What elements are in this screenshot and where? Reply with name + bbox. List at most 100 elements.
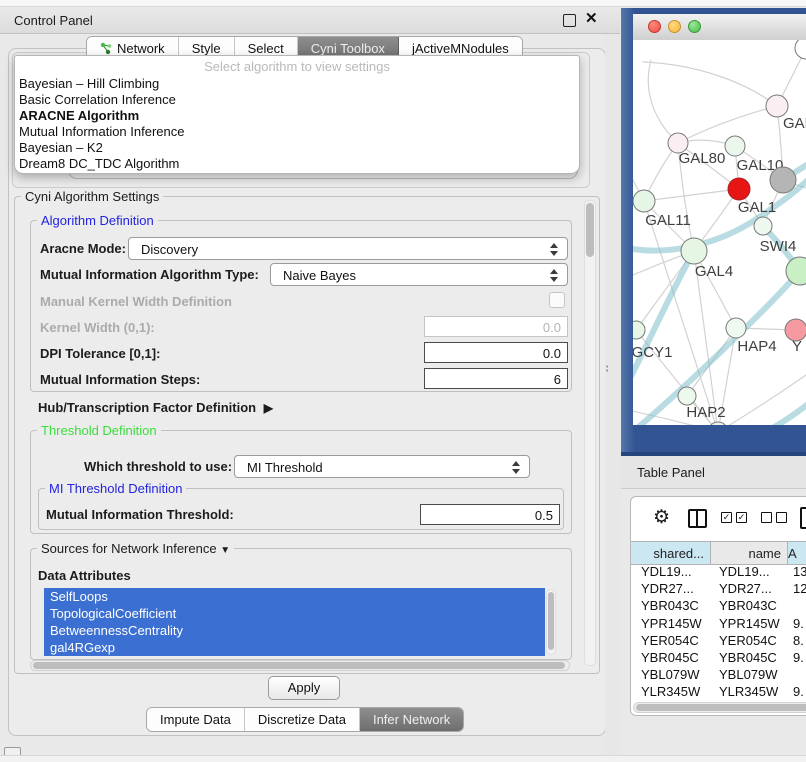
scrollbar-thumb[interactable]	[548, 592, 554, 650]
tab-discretize-data[interactable]: Discretize Data	[245, 708, 360, 731]
network-node-hap4[interactable]	[726, 318, 746, 338]
data-attributes-list[interactable]: SelfLoopsTopologicalCoefficientBetweenne…	[44, 588, 545, 656]
table-cell: YDL19...	[631, 564, 711, 581]
table-cell: 12	[788, 581, 806, 598]
dpi-tolerance-field[interactable]: 0.0	[424, 342, 568, 363]
table-horizontal-scrollbar[interactable]	[633, 702, 806, 713]
scrollbar-thumb[interactable]	[33, 662, 565, 669]
algorithm-option[interactable]: ARACNE Algorithm	[19, 108, 139, 123]
network-edge[interactable]	[678, 106, 777, 143]
manual-kernel-checkbox[interactable]	[549, 292, 565, 308]
tab-label: Discretize Data	[258, 712, 346, 727]
table-row[interactable]: YLR345WYLR345W9.	[631, 684, 806, 701]
network-node-hap2[interactable]	[678, 387, 696, 405]
table-cell: YBR045C	[631, 650, 711, 667]
attribute-list-item[interactable]: gal4RGexp	[44, 639, 545, 656]
which-threshold-value: MI Threshold	[247, 460, 323, 475]
network-edge[interactable]	[648, 60, 678, 143]
table-cell: 9.	[788, 684, 806, 701]
combo-arrows-icon	[549, 268, 558, 283]
network-node-gal4[interactable]	[681, 238, 707, 264]
network-canvas[interactable]: GALGAL80GAL10GAL1GAL11SWI4GAL4HAP4YGCY1H…	[633, 40, 806, 425]
float-window-icon[interactable]	[563, 14, 576, 27]
hub-definition-label: Hub/Transcription Factor Definition	[38, 400, 256, 415]
settings-horizontal-scrollbar[interactable]	[30, 660, 570, 671]
node-label: GCY1	[633, 344, 672, 361]
mi-type-combo[interactable]: Naive Bayes	[270, 263, 568, 286]
network-edge[interactable]	[644, 189, 739, 201]
minimize-traffic-light-icon[interactable]	[668, 20, 681, 33]
column-header-1[interactable]: shared...	[631, 542, 711, 564]
algorithm-option[interactable]: Basic Correlation Inference	[19, 92, 176, 107]
node-label: GAL80	[679, 150, 726, 167]
algorithm-option[interactable]: Bayesian – K2	[19, 140, 103, 155]
deselect-all-checkbox-icon[interactable]	[776, 512, 787, 523]
collapse-down-icon: ▼	[220, 545, 230, 556]
window-top-strip	[0, 0, 806, 7]
table-cell: YBR045C	[711, 650, 788, 667]
threshold-title: Threshold Definition	[37, 423, 161, 438]
table-rows: YDL19...YDL19...13YDR27...YDR27...12YBR0…	[631, 564, 806, 702]
settings-vertical-scrollbar[interactable]	[584, 200, 596, 666]
tab-impute-data[interactable]: Impute Data	[147, 708, 245, 731]
zoom-traffic-light-icon[interactable]	[688, 20, 701, 33]
hub-definition-toggle[interactable]: Hub/Transcription Factor Definition ▶	[38, 400, 269, 415]
algorithm-option[interactable]: Dream8 DC_TDC Algorithm	[19, 156, 179, 171]
table-row[interactable]: YER054CYER054C8.	[631, 633, 806, 650]
sources-title[interactable]: Sources for Network Inference ▼	[37, 541, 234, 556]
network-node-gal11[interactable]	[633, 190, 655, 212]
network-node-gal[interactable]	[766, 95, 788, 117]
table-row[interactable]: YDL19...YDL19...13	[631, 564, 806, 581]
network-node-swi4[interactable]	[754, 217, 772, 235]
network-node-gal10[interactable]	[725, 136, 745, 156]
splitter-handle-icon[interactable]: ••	[606, 366, 611, 374]
kernel-width-field[interactable]: 0.0	[424, 316, 568, 337]
network-view-window[interactable]: GALGAL80GAL10GAL1GAL11SWI4GAL4HAP4YGCY1H…	[621, 8, 806, 455]
network-window-titlebar	[633, 14, 806, 41]
which-threshold-combo[interactable]: MI Threshold	[234, 455, 530, 478]
table-row[interactable]: YDR27...YDR27...12	[631, 581, 806, 598]
list-vertical-scrollbar[interactable]	[546, 589, 556, 655]
select-all-checkbox-icon[interactable]: ✓	[736, 512, 747, 523]
gear-icon[interactable]: ⚙	[653, 506, 670, 529]
network-edge[interactable]	[741, 400, 806, 425]
new-table-icon[interactable]	[800, 507, 806, 529]
node-table: ⚙ ✓ ✓ shared...nameA YDL19...YDL19...13Y…	[630, 496, 806, 716]
table-row[interactable]: YBR043CYBR043C	[631, 598, 806, 615]
column-header-3[interactable]: A	[788, 542, 806, 564]
column-header-2[interactable]: name	[711, 542, 788, 564]
table-toolbar: ⚙ ✓ ✓	[631, 497, 806, 541]
table-row[interactable]: YBR045CYBR045C9.	[631, 650, 806, 667]
split-view-icon[interactable]	[688, 509, 707, 528]
close-traffic-light-icon[interactable]	[648, 20, 661, 33]
expand-right-icon: ▶	[264, 401, 273, 415]
scrollbar-thumb[interactable]	[586, 203, 594, 257]
close-icon[interactable]: ✕	[585, 9, 598, 27]
panel-splitter[interactable]	[605, 34, 621, 762]
mi-threshold-field[interactable]: 0.5	[420, 504, 560, 525]
table-cell: 13	[788, 564, 806, 581]
table-row[interactable]: YBL079WYBL079W	[631, 667, 806, 684]
network-node[interactable]	[795, 40, 806, 59]
table-cell: 9.	[788, 650, 806, 667]
network-edge[interactable]	[643, 62, 777, 106]
tab-label: Style	[192, 41, 221, 56]
network-node-gcy1[interactable]	[633, 321, 645, 339]
attribute-list-item[interactable]: BetweennessCentrality	[44, 622, 545, 639]
mi-steps-field[interactable]: 6	[424, 368, 568, 389]
deselect-all-checkbox-icon[interactable]	[761, 512, 772, 523]
attribute-list-item[interactable]: TopologicalCoefficient	[44, 605, 545, 622]
table-cell	[788, 598, 806, 615]
scrollbar-thumb[interactable]	[636, 704, 806, 711]
table-row[interactable]: YPR145WYPR145W9.	[631, 616, 806, 633]
tab-infer-network[interactable]: Infer Network	[360, 708, 463, 731]
table-cell: YDL19...	[711, 564, 788, 581]
algorithm-option[interactable]: Bayesian – Hill Climbing	[19, 76, 159, 91]
attribute-list-item[interactable]: SelfLoops	[44, 588, 545, 605]
algorithm-option[interactable]: Mutual Information Inference	[19, 124, 184, 139]
aracne-mode-combo[interactable]: Discovery	[128, 237, 568, 260]
network-node-gal1[interactable]	[728, 178, 750, 200]
apply-button[interactable]: Apply	[268, 676, 340, 700]
network-node[interactable]	[770, 167, 796, 193]
select-all-checkbox-icon[interactable]: ✓	[721, 512, 732, 523]
